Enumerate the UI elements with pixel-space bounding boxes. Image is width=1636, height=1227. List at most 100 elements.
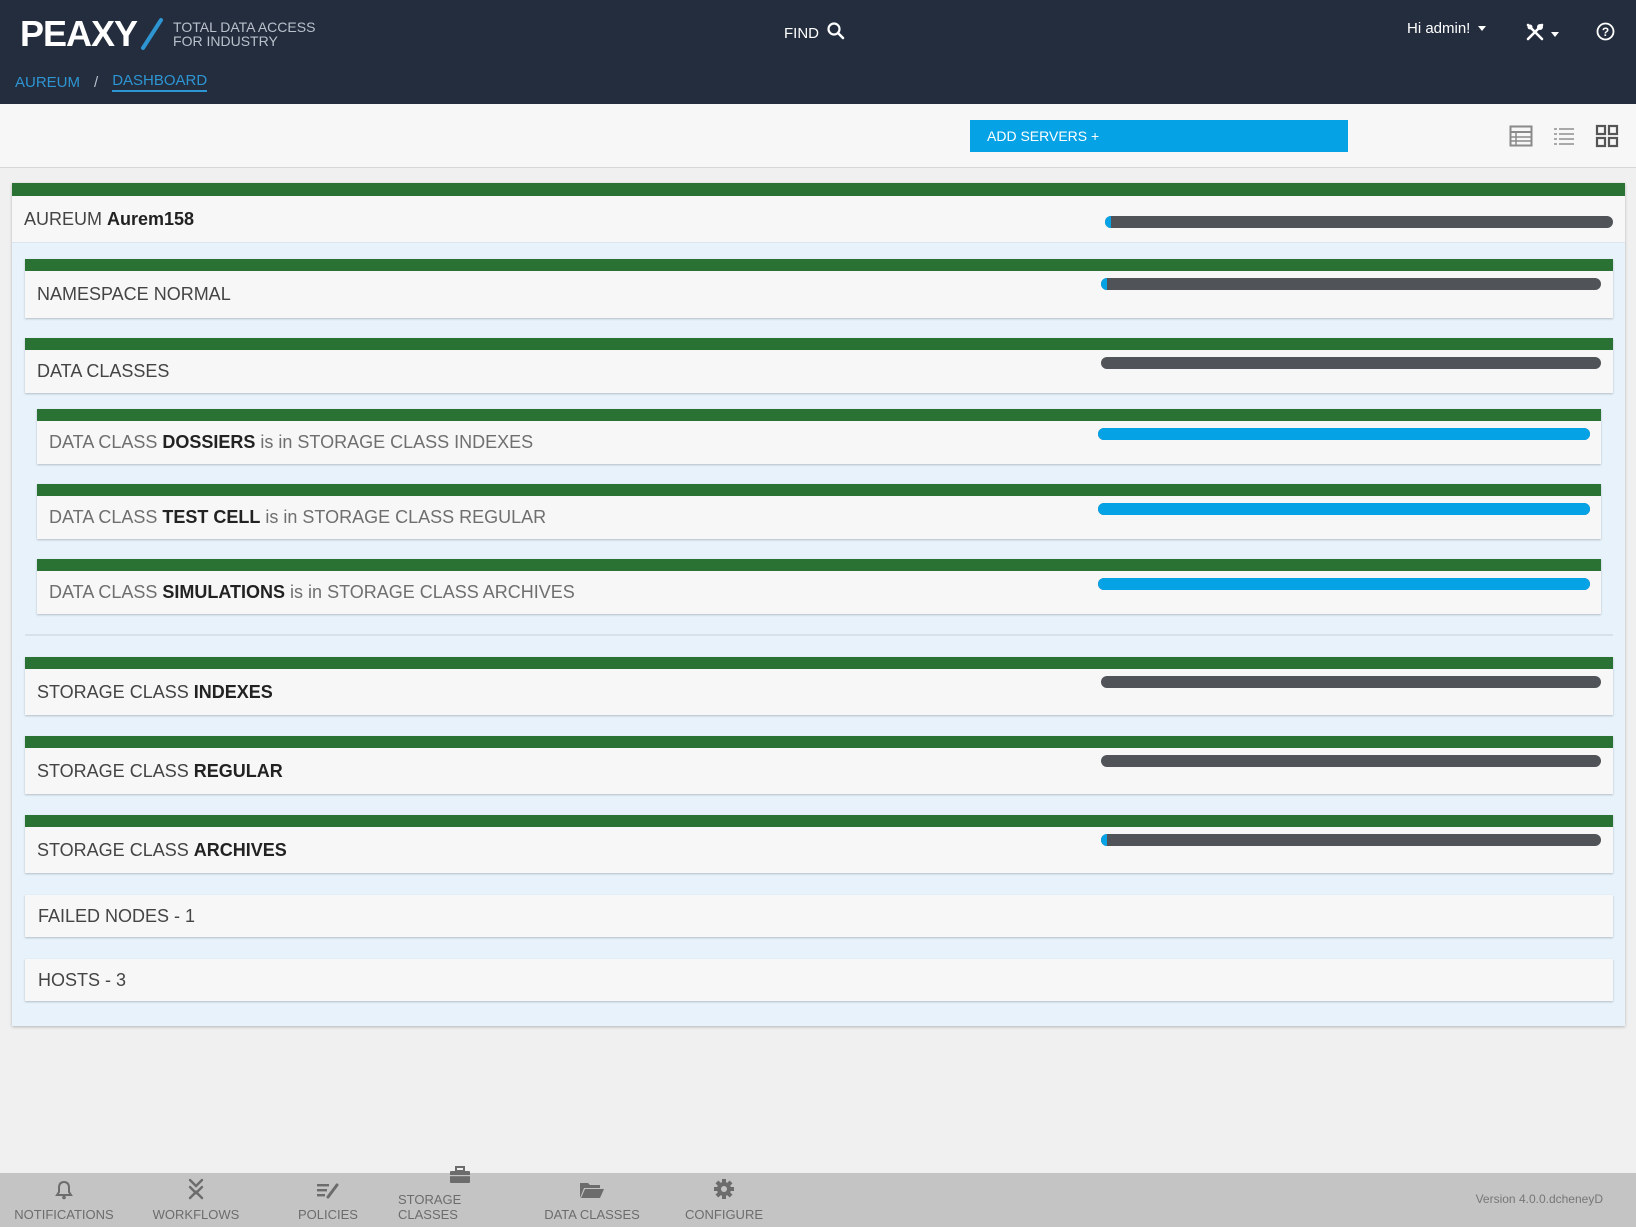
storage-class-title: STORAGE CLASS REGULAR (37, 748, 283, 794)
chevron-down-icon (1551, 32, 1559, 37)
user-menu[interactable]: Hi admin! (1407, 20, 1487, 37)
breadcrumb: AUREUM / DASHBOARD (15, 72, 208, 92)
find-label: FIND (784, 24, 819, 42)
nav-label: NOTIFICATIONS (14, 1207, 114, 1222)
cluster-usage-fill (1105, 216, 1112, 228)
policies-icon (316, 1180, 340, 1203)
namespace-status-bar (25, 259, 1613, 271)
data-classes-usage-bar (1101, 357, 1601, 369)
breadcrumb-current[interactable]: DASHBOARD (112, 72, 208, 92)
nav-label: WORKFLOWS (152, 1207, 240, 1222)
version-text: Version 4.0.0.dcheneyD (1475, 1192, 1603, 1206)
cluster-panel: AUREUM Aurem158 NAMESPACE NORMAL DATA CL… (12, 183, 1625, 1026)
data-class-usage-bar (1098, 578, 1590, 590)
data-class-storage: STORAGE CLASS REGULAR (302, 507, 547, 527)
storage-class-name: REGULAR (193, 760, 283, 781)
data-classes-status-bar (25, 338, 1613, 350)
cluster-name: Aurem158 (107, 209, 195, 229)
toolbar: ADD SERVERS + (0, 104, 1636, 168)
hosts-label: HOSTS - 3 (38, 969, 127, 990)
data-classes-title: DATA CLASSES (37, 350, 169, 393)
workflows-icon (186, 1178, 206, 1203)
gear-icon (713, 1178, 735, 1203)
tagline-line-1: TOTAL DATA ACCESS (173, 19, 316, 35)
cluster-title: AUREUM Aurem158 (24, 196, 194, 243)
data-classes-card[interactable]: DATA CLASSES (25, 338, 1613, 393)
nav-label: POLICIES (298, 1207, 358, 1222)
namespace-label: NAMESPACE NORMAL (37, 284, 231, 304)
list-view-icon[interactable] (1552, 124, 1576, 148)
cluster-status-bar (12, 183, 1625, 196)
cluster-header[interactable]: AUREUM Aurem158 (12, 196, 1625, 243)
failed-nodes-card[interactable]: FAILED NODES - 1 (25, 895, 1613, 937)
data-class-card-simulations[interactable]: DATA CLASS SIMULATIONS is in STORAGE CLA… (37, 559, 1601, 614)
data-class-prefix: DATA CLASS (49, 507, 158, 527)
folder-open-icon (579, 1180, 605, 1203)
data-class-name: DOSSIERS (162, 432, 256, 452)
data-classes-group-bottom (25, 634, 1613, 636)
top-header: PEAXY TOTAL DATA ACCESS FOR INDUSTRY FIN… (0, 0, 1636, 104)
namespace-title: NAMESPACE NORMAL (37, 271, 231, 318)
data-class-mid: is in (260, 432, 293, 452)
data-class-card-test-cell[interactable]: DATA CLASS TEST CELL is in STORAGE CLASS… (37, 484, 1601, 539)
storage-class-prefix: STORAGE CLASS (37, 839, 189, 860)
nav-notifications[interactable]: NOTIFICATIONS (8, 1173, 120, 1227)
find-button[interactable]: FIND (784, 22, 845, 44)
hosts-card[interactable]: HOSTS - 3 (25, 959, 1613, 1001)
storage-class-usage-fill (1101, 834, 1107, 846)
user-greeting: Hi admin! (1407, 20, 1471, 37)
storage-class-status-bar (25, 657, 1613, 669)
data-class-title: DATA CLASS DOSSIERS is in STORAGE CLASS … (49, 421, 533, 464)
nav-workflows[interactable]: WORKFLOWS (144, 1173, 248, 1227)
storage-class-name: INDEXES (193, 681, 273, 702)
peaxy-logo[interactable]: PEAXY TOTAL DATA ACCESS FOR INDUSTRY (20, 14, 315, 54)
logo-text: PEAXY (20, 13, 138, 54)
data-class-prefix: DATA CLASS (49, 432, 158, 452)
data-class-status-bar (37, 484, 1601, 496)
svg-text:?: ? (1602, 25, 1609, 39)
data-class-status-bar (37, 559, 1601, 571)
failed-nodes-label: FAILED NODES - 1 (38, 905, 196, 926)
detail-view-icon[interactable] (1509, 124, 1533, 148)
storage-class-card-archives[interactable]: STORAGE CLASS ARCHIVES (25, 815, 1613, 873)
nav-label: DATA CLASSES (544, 1207, 640, 1222)
nav-storage-classes[interactable]: STORAGE CLASSES (398, 1166, 522, 1227)
storage-class-status-bar (25, 736, 1613, 748)
storage-class-usage-bar (1101, 834, 1601, 846)
data-class-card-dossiers[interactable]: DATA CLASS DOSSIERS is in STORAGE CLASS … (37, 409, 1601, 464)
storage-class-title: STORAGE CLASS INDEXES (37, 669, 273, 715)
add-servers-button[interactable]: ADD SERVERS + (970, 120, 1348, 152)
grid-view-icon[interactable] (1595, 124, 1619, 148)
tools-menu[interactable] (1525, 22, 1559, 47)
help-icon[interactable]: ? (1596, 22, 1615, 46)
storage-class-usage-bar (1101, 755, 1601, 767)
data-class-usage-fill (1098, 578, 1590, 590)
data-class-usage-fill (1098, 428, 1590, 440)
data-class-status-bar (37, 409, 1601, 421)
nav-data-classes[interactable]: DATA CLASSES (538, 1173, 646, 1227)
breadcrumb-separator: / (94, 73, 99, 91)
storage-class-card-regular[interactable]: STORAGE CLASS REGULAR (25, 736, 1613, 794)
cluster-prefix: AUREUM (24, 209, 103, 229)
data-class-usage-fill (1098, 503, 1590, 515)
nav-label: CONFIGURE (685, 1207, 763, 1222)
storage-class-prefix: STORAGE CLASS (37, 760, 189, 781)
namespace-card[interactable]: NAMESPACE NORMAL (25, 259, 1613, 318)
storage-class-name: ARCHIVES (193, 839, 287, 860)
storage-class-card-indexes[interactable]: STORAGE CLASS INDEXES (25, 657, 1613, 715)
data-class-title: DATA CLASS SIMULATIONS is in STORAGE CLA… (49, 571, 575, 614)
storage-class-usage-bar (1101, 676, 1601, 688)
search-icon (827, 22, 845, 44)
data-class-title: DATA CLASS TEST CELL is in STORAGE CLASS… (49, 496, 546, 539)
namespace-usage-fill (1101, 278, 1107, 290)
data-class-prefix: DATA CLASS (49, 582, 158, 602)
logo-slash-icon (139, 14, 165, 54)
data-class-mid: is in (290, 582, 323, 602)
nav-policies[interactable]: POLICIES (280, 1173, 376, 1227)
cluster-usage-bar (1105, 216, 1613, 228)
nav-label: STORAGE CLASSES (398, 1192, 462, 1222)
data-class-usage-bar (1098, 503, 1590, 515)
nav-configure[interactable]: CONFIGURE (674, 1173, 774, 1227)
data-class-storage: STORAGE CLASS ARCHIVES (327, 582, 575, 602)
breadcrumb-root[interactable]: AUREUM (15, 74, 80, 91)
